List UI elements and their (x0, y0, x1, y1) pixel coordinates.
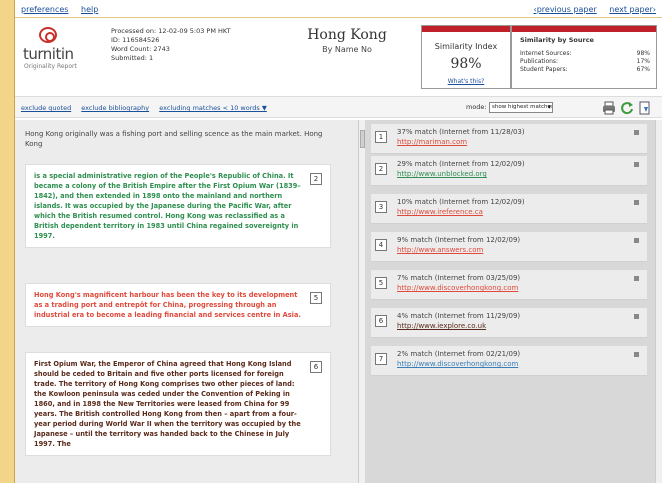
similarity-by-source-box: Similarity by Source Internet Sources: 9… (511, 25, 657, 89)
source-row-student-papers: Student Papers: 67% (520, 66, 650, 74)
source-value: 98% (636, 50, 650, 57)
match-row[interactable]: 7 2% match (Internet from 02/21/09) http:/… (371, 346, 647, 376)
match-description: 4% match (Internet from 11/29/09) (397, 312, 521, 320)
source-accent-bar (512, 26, 656, 32)
exclude-bibliography-link[interactable]: exclude bibliography (81, 104, 149, 112)
submitted-count: Submitted: 1 (111, 54, 154, 62)
print-icon[interactable] (602, 101, 616, 115)
similarity-index-value: 98% (450, 56, 482, 72)
match-url-link[interactable]: http://www.discoverhongkong.com (397, 284, 518, 292)
report-toolbar: exclude quoted exclude bibliography excl… (15, 96, 662, 118)
mode-select[interactable]: show highest matches together (489, 102, 553, 113)
match-description: 7% match (Internet from 03/25/09) (397, 274, 521, 282)
source-value: 67% (636, 66, 650, 73)
match-description: 10% match (Internet from 12/02/09) (397, 198, 525, 206)
author: By Name No (322, 45, 372, 54)
matches-scrollbar[interactable] (655, 120, 662, 483)
matched-block-2[interactable]: is a special administrative region of th… (25, 164, 331, 248)
word-count: Word Count: 2743 (111, 45, 170, 53)
document-pane[interactable]: Hong Kong originally was a fishing port … (15, 120, 359, 483)
exclude-small-matches-link[interactable]: excluding matches < 10 words ▼ (159, 104, 267, 112)
match-row[interactable]: 1 37% match (Internet from 11/28/03) http:… (371, 124, 647, 154)
similarity-index-box: Similarity Index 98% What's this? (421, 25, 511, 89)
source-row-publications: Publications: 17% (520, 58, 650, 66)
source-label: Publications: (520, 58, 559, 65)
source-value: 17% (636, 58, 650, 65)
match-expand-icon[interactable] (634, 200, 639, 205)
paper-nav: ‹previous paper next paper› (524, 5, 657, 14)
turnitin-logo: turnitin Originality Report (23, 27, 83, 77)
match-expand-icon[interactable] (634, 238, 639, 243)
match-expand-icon[interactable] (634, 314, 639, 319)
match-number-badge[interactable]: 5 (310, 292, 322, 304)
exclude-quoted-link[interactable]: exclude quoted (21, 104, 71, 112)
match-row[interactable]: 3 10% match (Internet from 12/02/09) http:… (371, 194, 647, 224)
previous-paper-link[interactable]: ‹previous paper (534, 5, 597, 14)
exclude-links: exclude quoted exclude bibliography excl… (21, 104, 275, 112)
match-number[interactable]: 1 (375, 131, 387, 143)
match-url-link[interactable]: http://www.iexplore.co.uk (397, 322, 486, 330)
index-accent-bar (422, 26, 510, 32)
match-description: 2% match (Internet from 02/21/09) (397, 350, 521, 358)
mode-label: mode: (466, 103, 487, 111)
paper-id: ID: 116584526 (111, 36, 160, 44)
top-links: preferences help (21, 5, 108, 14)
refresh-icon[interactable] (620, 101, 634, 115)
source-row-internet: Internet Sources: 98% (520, 50, 650, 58)
submission-meta: Processed on: 12-02-09 5:03 PM HKT ID: 1… (111, 27, 231, 63)
match-expand-icon[interactable] (634, 276, 639, 281)
source-label: Student Papers: (520, 66, 568, 73)
document-scrollbar[interactable] (358, 120, 365, 483)
logo-subtitle: Originality Report (24, 63, 77, 70)
match-number-badge[interactable]: 2 (310, 173, 322, 185)
matched-block-5[interactable]: Hong Kong's magnificent harbour has been… (25, 283, 331, 327)
turnitin-logo-icon (39, 27, 57, 43)
match-number[interactable]: 3 (375, 201, 387, 213)
report-header: turnitin Originality Report Processed on… (15, 19, 662, 91)
block-text: is a special administrative region of th… (34, 172, 301, 240)
match-row[interactable]: 5 7% match (Internet from 03/25/09) http:/… (371, 270, 647, 300)
download-icon[interactable] (638, 101, 652, 115)
match-number[interactable]: 7 (375, 353, 387, 365)
title-block: Hong Kong By Name No (287, 27, 407, 54)
match-url-link[interactable]: http://www.answers.com (397, 246, 483, 254)
matched-block-6[interactable]: First Opium War, the Emperor of China ag… (25, 352, 331, 456)
page-title: Hong Kong (307, 27, 387, 43)
match-url-link[interactable]: http://www.discoverhongkong.com (397, 360, 518, 368)
match-expand-icon[interactable] (634, 130, 639, 135)
match-expand-icon[interactable] (634, 352, 639, 357)
logo-text: turnitin (23, 45, 74, 63)
processed-on: Processed on: 12-02-09 5:03 PM HKT (111, 27, 231, 35)
block-text: Hong Kong's magnificent harbour has been… (34, 291, 301, 319)
match-row[interactable]: 2 29% match (Internet from 12/02/09) http:… (371, 156, 647, 186)
match-number[interactable]: 2 (375, 163, 387, 175)
match-url-link[interactable]: http://mariman.com (397, 138, 467, 146)
match-url-link[interactable]: http://www.ireference.ca (397, 208, 483, 216)
source-label: Internet Sources: (520, 50, 572, 57)
next-paper-link[interactable]: next paper› (609, 5, 656, 14)
preferences-link[interactable]: preferences (21, 5, 68, 14)
match-number[interactable]: 4 (375, 239, 387, 251)
similarity-index-label: Similarity Index (434, 42, 498, 51)
similarity-by-source-heading: Similarity by Source (520, 36, 594, 44)
matches-pane: 1 37% match (Internet from 11/28/03) http:… (365, 120, 655, 483)
match-description: 9% match (Internet from 12/02/09) (397, 236, 521, 244)
match-description: 37% match (Internet from 11/28/03) (397, 128, 525, 136)
match-row[interactable]: 6 4% match (Internet from 11/29/09) http:/… (371, 308, 647, 338)
match-row[interactable]: 4 9% match (Internet from 12/02/09) http:/… (371, 232, 647, 262)
report-frame: preferences help ‹previous paper next pa… (14, 0, 662, 483)
match-number[interactable]: 5 (375, 277, 387, 289)
match-url-link[interactable]: http://www.unblocked.org (397, 170, 487, 178)
match-number[interactable]: 6 (375, 315, 387, 327)
help-link[interactable]: help (81, 5, 98, 14)
document-intro: Hong Kong originally was a fishing port … (25, 129, 335, 149)
match-expand-icon[interactable] (634, 162, 639, 167)
match-number-badge[interactable]: 6 (310, 361, 322, 373)
whats-this-link[interactable]: What's this? (422, 78, 510, 85)
top-bar: preferences help ‹previous paper next pa… (15, 0, 662, 18)
block-text: First Opium War, the Emperor of China ag… (34, 360, 301, 448)
match-description: 29% match (Internet from 12/02/09) (397, 160, 525, 168)
source-rows: Internet Sources: 98% Publications: 17% … (520, 50, 650, 74)
